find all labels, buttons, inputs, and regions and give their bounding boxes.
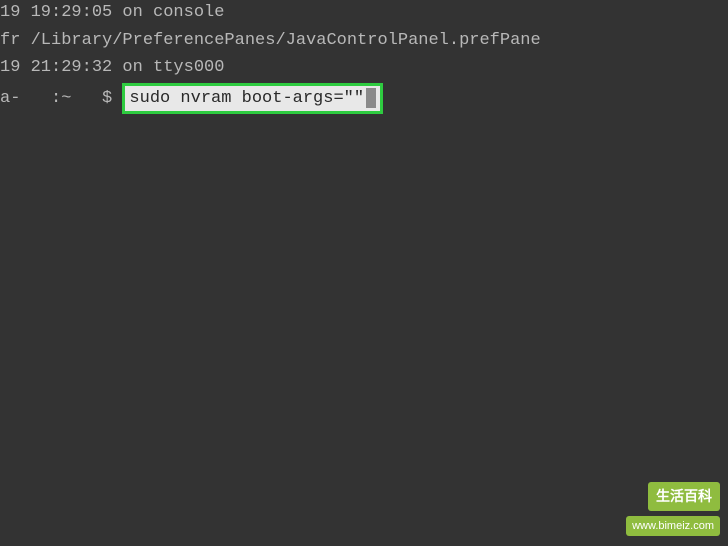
- watermark-badge: 生活百科: [648, 482, 720, 511]
- watermark: 生活百科 www.bimeiz.com: [626, 482, 720, 539]
- terminal-prompt: a- :~ $: [0, 86, 122, 112]
- terminal-command-text: sudo nvram boot-args="": [129, 86, 364, 112]
- terminal-prompt-line[interactable]: a- :~ $ sudo nvram boot-args="": [0, 83, 728, 115]
- terminal-output[interactable]: 19 19:29:05 on console fr /Library/Prefe…: [0, 0, 728, 114]
- cursor-icon: [366, 88, 376, 108]
- watermark-url: www.bimeiz.com: [626, 516, 720, 537]
- terminal-command-highlight[interactable]: sudo nvram boot-args="": [122, 83, 383, 115]
- terminal-line: 19 21:29:32 on ttys000: [0, 55, 728, 81]
- terminal-line: 19 19:29:05 on console: [0, 0, 728, 26]
- terminal-line: fr /Library/PreferencePanes/JavaControlP…: [0, 28, 728, 54]
